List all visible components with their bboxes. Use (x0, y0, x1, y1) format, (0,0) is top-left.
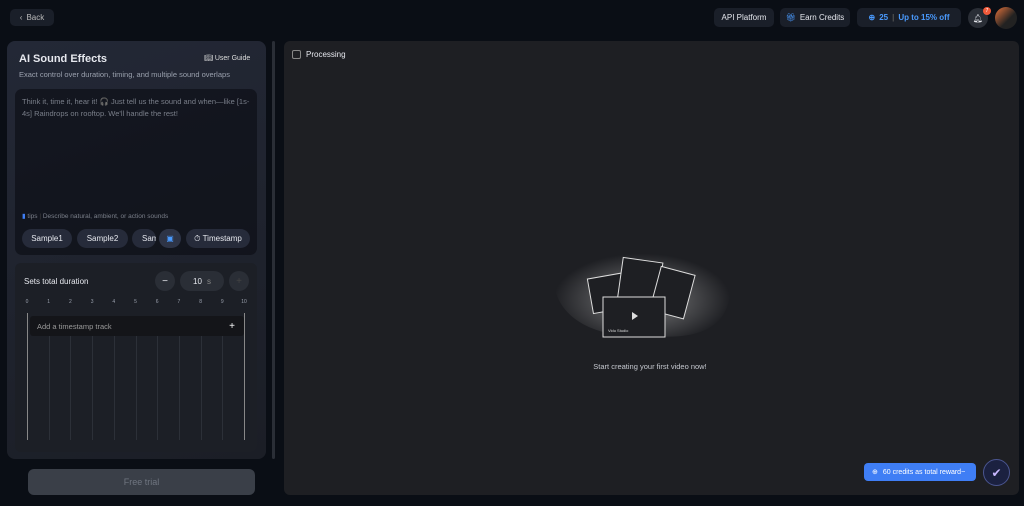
bookmark-icon: ▮ (22, 213, 26, 220)
add-timestamp-track[interactable]: Add a timestamp track + (30, 316, 244, 336)
grid-line (113, 336, 115, 440)
grid-line (92, 336, 94, 440)
checkbox[interactable] (292, 50, 301, 59)
grid-line (222, 336, 224, 440)
panel-subtitle: Exact control over duration, timing, and… (19, 70, 230, 79)
tick-label: 6 (155, 299, 159, 305)
tick-label: 2 (69, 299, 72, 305)
decrease-button[interactable]: − (155, 271, 175, 291)
minus-icon: − (162, 275, 168, 287)
timer-icon: ⏱︎ (194, 233, 203, 243)
sample2-chip[interactable]: Sample2 (77, 229, 128, 248)
tick-label: 3 (90, 299, 94, 305)
tick-label: 0 (25, 299, 29, 305)
grid-line (135, 336, 137, 440)
sample3-chip[interactable]: Sam (132, 229, 156, 248)
plus-icon: + (229, 320, 235, 332)
grid-line (70, 336, 72, 440)
credits-button[interactable]: ⊕ 25 | Up to 15% off (857, 8, 961, 27)
user-guide-link[interactable]: 📖︎ User Guide (204, 54, 250, 62)
plus-icon: + (236, 275, 242, 287)
bell-icon: 🔔︎ (972, 13, 984, 23)
tick-label: 4 (112, 299, 116, 305)
earn-credits-button[interactable]: 🎁︎ Earn Credits (780, 8, 850, 27)
check-icon: ✔ (991, 465, 1002, 480)
tick-label: 7 (177, 299, 181, 305)
notification-badge: 7 (983, 7, 991, 15)
empty-state-text: Start creating your first video now! (593, 362, 707, 371)
grid-line (48, 336, 50, 440)
gift-icon: 🎁︎ (785, 13, 796, 22)
grid-line (178, 336, 180, 440)
prompt-placeholder: Think it, time it, hear it! 🎧 Just tell … (22, 97, 250, 118)
chevron-left-icon: ‹ (19, 13, 23, 22)
tick-label: 9 (220, 299, 224, 305)
reward-tooltip[interactable]: ⊕ 60 credits as total reward~ (864, 463, 976, 481)
library-button[interactable]: ▣ (159, 229, 181, 248)
credit-icon: ⊕ (868, 13, 876, 22)
avatar[interactable] (995, 7, 1017, 29)
tick-label: 8 (199, 299, 202, 305)
plus-circle-icon: ⊕ (872, 469, 878, 476)
duration-label: Sets total duration (24, 277, 89, 286)
api-platform-button[interactable]: API Platform (714, 8, 774, 27)
tick-label: 5 (134, 299, 137, 305)
tasks-button[interactable]: ✔ (983, 459, 1010, 486)
free-trial-button[interactable]: Free trial (28, 469, 255, 495)
scrollbar[interactable] (272, 41, 275, 459)
book-icon: 📖︎ (204, 55, 215, 62)
duration-value[interactable]: 10 s (180, 271, 224, 291)
sample1-chip[interactable]: Sample1 (22, 229, 72, 248)
clapperboard-illustration: Vidu Studio (553, 244, 731, 338)
tick-label: 1 (47, 299, 51, 305)
timestamp-button[interactable]: ⏱︎ Timestamp (186, 229, 250, 248)
end-handle[interactable] (244, 313, 245, 440)
processing-filter[interactable]: Processing (292, 50, 346, 59)
svg-text:Vidu Studio: Vidu Studio (608, 328, 629, 333)
increase-button[interactable]: + (229, 271, 249, 291)
tick-label: 10 (241, 299, 247, 305)
grid-line (157, 336, 159, 440)
start-handle[interactable] (27, 313, 28, 440)
book-icon: ▣ (166, 234, 174, 243)
tips: ▮ tips | Describe natural, ambient, or a… (22, 213, 169, 220)
grid-line (200, 336, 202, 440)
panel-title: AI Sound Effects (19, 53, 108, 65)
back-button[interactable]: ‹ Back (10, 9, 54, 26)
